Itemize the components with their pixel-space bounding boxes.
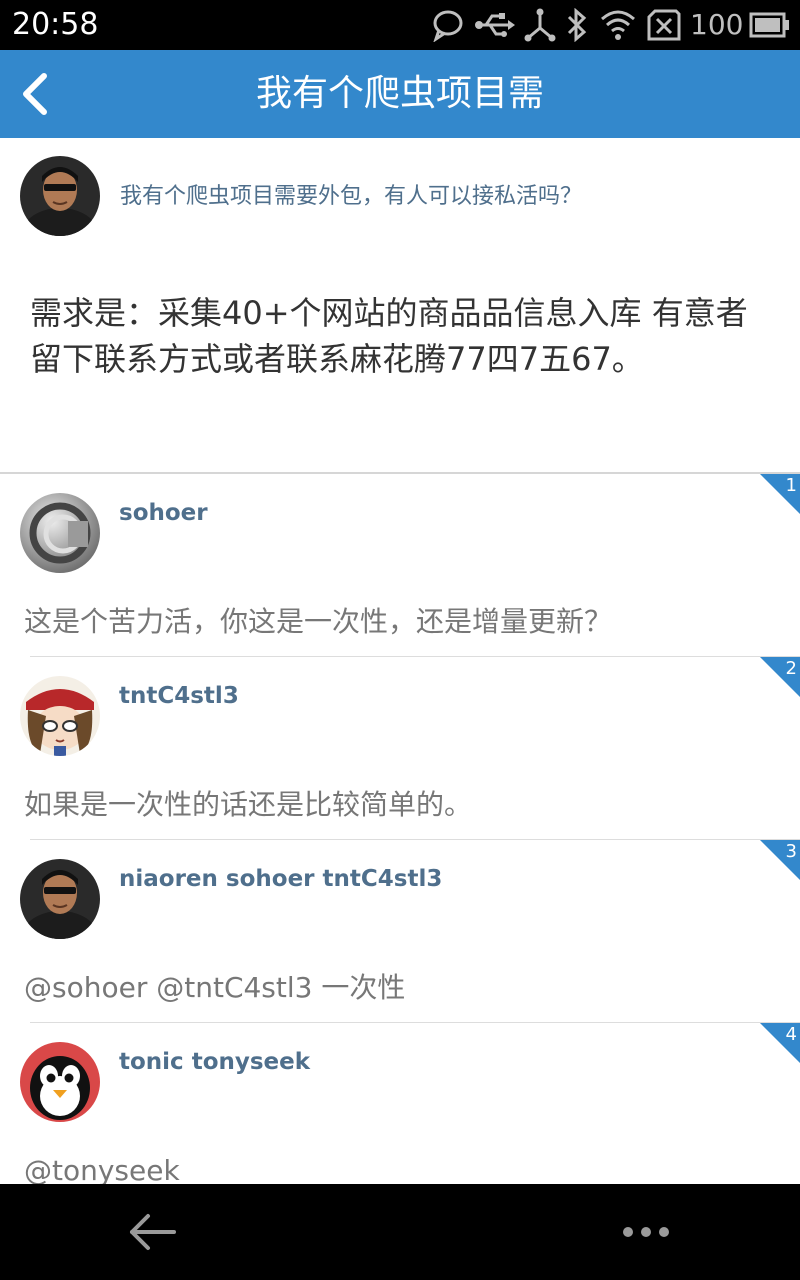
status-time: 20:58	[12, 7, 99, 42]
floor-number: 3	[785, 841, 797, 862]
usb-icon	[475, 13, 515, 37]
post-title: 我有个爬虫项目需要外包，有人可以接私活吗？	[120, 184, 583, 209]
reply-item[interactable]: tntC4stl3 如果是一次性的话还是比较简单的。 2	[0, 657, 800, 840]
more-dots-icon[interactable]	[618, 1214, 674, 1250]
user-avatar-image	[20, 859, 100, 939]
reply-text: 这是个苦力活，你这是一次性，还是增量更新？	[24, 605, 613, 638]
reply-author[interactable]: niaoren sohoer tntC4stl3	[119, 864, 739, 894]
avatar[interactable]	[20, 676, 100, 756]
reply-author[interactable]: tonic tonyseek	[119, 1047, 739, 1077]
avatar[interactable]	[20, 156, 100, 236]
user-avatar-image	[20, 156, 100, 236]
avatar[interactable]	[20, 1042, 100, 1122]
thread-content[interactable]: 我有个爬虫项目需要外包，有人可以接私活吗？ 需求是：采集40+个网站的商品品信息…	[0, 138, 800, 1184]
app-bar: 我有个爬虫项目需	[0, 50, 800, 138]
user-avatar-image	[20, 493, 100, 573]
battery-level: 100	[690, 8, 744, 41]
avatar[interactable]	[20, 493, 100, 573]
user-avatar-image	[20, 1042, 100, 1122]
post-body: 需求是：采集40+个网站的商品品信息入库 有意者留下联系方式或者联系麻花腾77四…	[30, 294, 748, 378]
wifi-icon	[601, 10, 635, 40]
battery-icon	[749, 12, 789, 38]
reply-text: @sohoer @tntC4stl3 一次性	[24, 971, 406, 1004]
status-bar: 20:58 100	[0, 0, 800, 50]
reply-text: @tonyseek	[24, 1154, 180, 1184]
chat-bubble-icon	[433, 10, 463, 42]
back-arrow-icon[interactable]	[124, 1208, 180, 1256]
reply-item[interactable]: tonic tonyseek @tonyseek 4	[0, 1023, 800, 1184]
floor-number: 2	[785, 658, 797, 679]
reply-item[interactable]: sohoer 这是个苦力活，你这是一次性，还是增量更新？ 1	[0, 474, 800, 657]
usb-debug-icon	[524, 8, 556, 42]
avatar[interactable]	[20, 859, 100, 939]
user-avatar-image	[20, 676, 100, 756]
reply-text: 如果是一次性的话还是比较简单的。	[24, 788, 473, 821]
reply-author[interactable]: tntC4stl3	[119, 681, 739, 711]
bluetooth-icon	[567, 8, 587, 42]
floor-number: 1	[785, 475, 797, 496]
navigation-bar	[0, 1184, 800, 1280]
reply-author[interactable]: sohoer	[119, 498, 739, 528]
floor-number: 4	[785, 1024, 797, 1045]
chevron-left-icon[interactable]	[14, 70, 62, 118]
no-sim-icon	[647, 9, 681, 41]
page-title: 我有个爬虫项目需	[255, 73, 544, 114]
reply-item[interactable]: niaoren sohoer tntC4stl3 @sohoer @tntC4s…	[0, 840, 800, 1023]
